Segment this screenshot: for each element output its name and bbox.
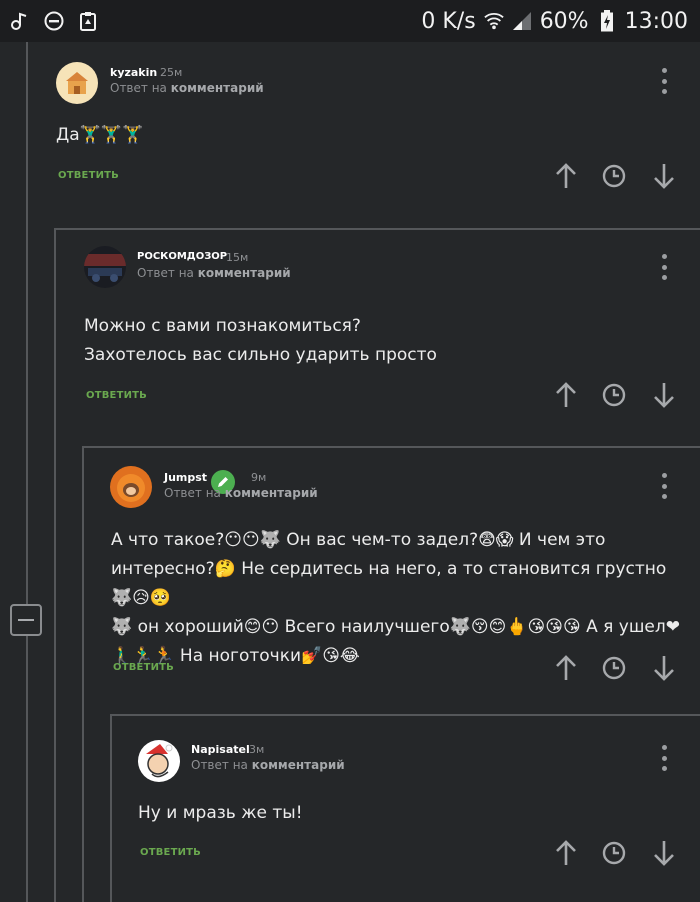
clock-time: 13:00	[624, 8, 688, 34]
collapse-thread-button[interactable]	[10, 604, 42, 636]
reply-to-link[interactable]: Ответ на комментарий	[191, 758, 345, 772]
thread-branch	[82, 446, 700, 448]
comment-time: 25м	[160, 66, 183, 79]
signal-icon	[512, 11, 532, 31]
downvote-arrow-icon[interactable]	[650, 162, 678, 190]
comment-author[interactable]: Jumpst	[164, 471, 207, 484]
clock-icon[interactable]	[600, 162, 628, 190]
reply-button[interactable]: ОТВЕТИТЬ	[58, 170, 119, 181]
thread-line	[54, 228, 56, 902]
comment-time: 15м	[226, 251, 249, 264]
kebab-menu-icon[interactable]	[654, 745, 674, 771]
music-note-icon	[10, 11, 30, 31]
downvote-arrow-icon[interactable]	[650, 381, 678, 409]
clock-icon[interactable]	[600, 654, 628, 682]
reply-button[interactable]: ОТВЕТИТЬ	[86, 390, 147, 401]
reply-to-link[interactable]: Ответ на комментарий	[110, 81, 264, 95]
reply-button[interactable]: ОТВЕТИТЬ	[113, 662, 174, 673]
thread-branch	[54, 228, 700, 230]
clipboard-icon	[78, 11, 98, 31]
kebab-menu-icon[interactable]	[654, 68, 674, 94]
reply-button[interactable]: ОТВЕТИТЬ	[140, 847, 201, 858]
comment-time: 3м	[249, 743, 265, 756]
comment-text: Да🏋‍♂🏋‍♂🏋‍♂	[56, 125, 144, 145]
upvote-arrow-icon[interactable]	[552, 839, 580, 867]
status-bar: 0 K/s 60% 13:00	[0, 0, 700, 42]
downvote-arrow-icon[interactable]	[650, 654, 678, 682]
comment-author[interactable]: Napisatel	[191, 743, 250, 756]
thread-line	[26, 42, 28, 902]
thread-line	[110, 714, 112, 902]
comment-author[interactable]: kyzakin	[110, 66, 157, 79]
battery-charging-icon	[597, 10, 617, 32]
upvote-arrow-icon[interactable]	[552, 162, 580, 190]
comment-time: 9м	[251, 471, 267, 484]
comment-author[interactable]: РОСКОМДОЗОР	[137, 251, 227, 262]
avatar[interactable]	[84, 246, 126, 288]
thread-branch	[110, 714, 700, 716]
reply-to-link[interactable]: Ответ на комментарий	[164, 486, 318, 500]
comment-text: А что такое?😶😶🐺 Он вас чем-то задел?😨😱 И…	[111, 530, 680, 666]
upvote-arrow-icon[interactable]	[552, 381, 580, 409]
thread-line	[82, 446, 84, 902]
upvote-arrow-icon[interactable]	[552, 654, 580, 682]
clock-icon[interactable]	[600, 381, 628, 409]
avatar[interactable]	[138, 740, 180, 782]
clock-icon[interactable]	[600, 839, 628, 867]
avatar[interactable]	[56, 62, 98, 104]
kebab-menu-icon[interactable]	[654, 473, 674, 499]
do-not-disturb-icon	[44, 11, 64, 31]
kebab-menu-icon[interactable]	[654, 254, 674, 280]
downvote-arrow-icon[interactable]	[650, 839, 678, 867]
comment-text: Ну и мразь же ты!	[138, 803, 303, 823]
reply-to-link[interactable]: Ответ на комментарий	[137, 266, 291, 280]
avatar[interactable]	[110, 466, 152, 508]
battery-percent: 60%	[539, 8, 589, 34]
wifi-icon	[483, 11, 504, 31]
comment-text: Можно с вами познакомиться? Захотелось в…	[84, 316, 437, 365]
network-speed: 0 K/s	[421, 8, 476, 34]
